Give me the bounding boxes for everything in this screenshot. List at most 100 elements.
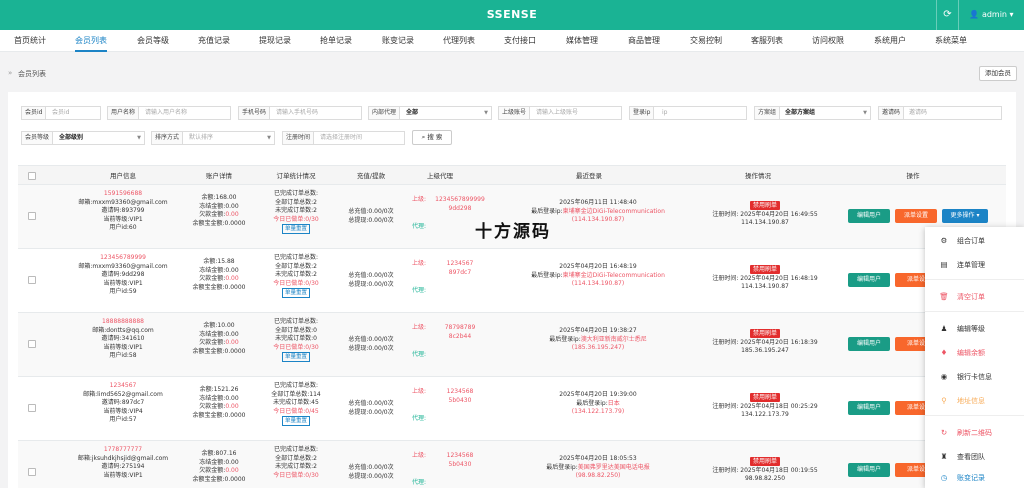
nav-item-agents[interactable]: 代理列表 xyxy=(443,30,475,52)
menu-item-address[interactable]: ⚲ 地址信息 xyxy=(925,391,1024,411)
superior-value: 78798789 8c2b44 xyxy=(444,324,476,340)
nav-item-account-changes[interactable]: 账变记录 xyxy=(382,30,414,52)
ip-filter[interactable]: 登录ip ip xyxy=(629,106,747,120)
row-checkbox[interactable] xyxy=(28,468,36,476)
username-input[interactable]: 请输入用户名称 xyxy=(145,107,187,119)
last-login-location: 美国弗罗里达美国电话电报 xyxy=(577,463,650,471)
register-ip: 114.134.190.87 xyxy=(741,283,789,291)
select-all-checkbox[interactable] xyxy=(28,172,36,180)
row-checkbox[interactable] xyxy=(28,276,36,284)
ban-order-badge[interactable]: 禁用刷单 xyxy=(749,201,780,210)
dispatch-setting-button[interactable]: 派单设置 xyxy=(895,209,937,223)
edit-user-button[interactable]: 编辑用户 xyxy=(848,337,890,351)
account-yeb: 余额宝金额:0.0000 xyxy=(192,283,246,291)
edit-user-button[interactable]: 编辑用户 xyxy=(848,401,890,415)
superior-filter[interactable]: 上级账号 请输入上级账号 xyxy=(498,106,622,120)
search-icon: ⌕ xyxy=(421,133,426,141)
ban-order-badge[interactable]: 禁用刷单 xyxy=(749,393,780,402)
agent-filter[interactable]: 内部代理 全部 ▼ xyxy=(368,106,492,120)
nav-item-grab-orders[interactable]: 抢单记录 xyxy=(320,30,352,52)
phone-filter[interactable]: 手机号码 请输入手机号码 xyxy=(238,106,362,120)
refresh-icon[interactable]: ⟳ xyxy=(936,0,958,30)
nav-item-home-stats[interactable]: 首页统计 xyxy=(14,30,46,52)
menu-item-view-team[interactable]: ♜ 查看团队 xyxy=(925,447,1024,467)
account-owed-label: 欠款金额: xyxy=(199,275,226,283)
regtime-input[interactable]: 请选择注册时间 xyxy=(320,132,362,144)
superior-label: 上级账号 xyxy=(499,107,531,119)
nav-item-recharge[interactable]: 充值记录 xyxy=(198,30,230,52)
regtime-filter[interactable]: 注册时间 请选择注册时间 xyxy=(282,131,405,145)
scheme-filter[interactable]: 方案组 全部方案组 ▼ xyxy=(754,106,871,120)
register-time: 注册时间: 2025年04月18日 00:19:55 xyxy=(712,466,818,474)
nav-item-member-list[interactable]: 会员列表 xyxy=(75,30,107,52)
orders-total: 全部订单总数:2 xyxy=(275,454,317,462)
row-checkbox[interactable] xyxy=(28,212,36,220)
search-button[interactable]: ⌕ 搜 索 xyxy=(412,130,452,145)
userid-filter[interactable]: 会员id 会员id xyxy=(21,106,101,120)
scheme-select[interactable]: 全部方案组 xyxy=(785,107,815,119)
nav-item-withdraw[interactable]: 提现记录 xyxy=(259,30,291,52)
nav-item-media[interactable]: 媒体管理 xyxy=(566,30,598,52)
menu-item-linked-orders[interactable]: ▤ 连单管理 xyxy=(925,255,1024,275)
username-filter[interactable]: 用户名称 请输入用户名称 xyxy=(107,106,231,120)
phone-input[interactable]: 请输入手机号码 xyxy=(276,107,318,119)
ban-order-badge[interactable]: 禁用刷单 xyxy=(749,265,780,274)
nav-item-access[interactable]: 访问权限 xyxy=(812,30,844,52)
agent-select[interactable]: 全部 xyxy=(406,107,418,119)
chevron-down-icon: ▼ xyxy=(137,135,141,141)
phone-label: 手机号码 xyxy=(239,107,271,119)
ban-order-badge[interactable]: 禁用刷单 xyxy=(749,457,780,466)
reset-orders-button[interactable]: 单量重置 xyxy=(281,224,310,235)
app-title: SSENSE xyxy=(486,8,538,21)
menu-item-account-log[interactable]: ◷ 账变记录 xyxy=(925,468,1024,488)
edit-user-button[interactable]: 编辑用户 xyxy=(848,463,890,477)
orders-completed: 已完成订单总数: xyxy=(273,254,319,261)
edit-user-button[interactable]: 编辑用户 xyxy=(848,273,890,287)
nav-item-products[interactable]: 商品管理 xyxy=(628,30,660,52)
level-select[interactable]: 全部级别 xyxy=(59,132,83,144)
nav-item-system-menu[interactable]: 系统菜单 xyxy=(935,30,967,52)
row-checkbox[interactable] xyxy=(28,404,36,412)
superior-value: 1234567 897dc7 xyxy=(446,260,474,276)
row-checkbox[interactable] xyxy=(28,340,36,348)
userid-input[interactable]: 会员id xyxy=(52,107,69,119)
deposit-total: 总充值:0.00/0次 xyxy=(348,272,394,279)
level-filter[interactable]: 会员等级 全部级别 ▼ xyxy=(21,131,145,145)
orders-total: 全部订单总数:114 xyxy=(271,390,321,398)
user-menu[interactable]: 👤 admin ▾ xyxy=(958,0,1024,30)
reset-orders-button[interactable]: 单量重置 xyxy=(281,416,310,427)
invite-filter[interactable]: 邀请码 邀请码 xyxy=(878,106,1002,120)
account-owed: 欠款金额:0.00 xyxy=(183,211,255,220)
menu-item-label: 组合订单 xyxy=(957,237,985,245)
ip-input[interactable]: ip xyxy=(662,107,667,119)
th-operations: 操作 xyxy=(906,172,920,180)
sort-filter[interactable]: 排序方式 默认排序 ▼ xyxy=(151,131,275,145)
account-frozen: 冻结金额:0.00 xyxy=(199,202,239,210)
menu-item-bank-card[interactable]: ◉ 银行卡信息 xyxy=(925,367,1024,387)
menu-item-refresh-qrcode[interactable]: ↻ 刷新二维码 xyxy=(925,423,1024,443)
menu-item-combo-order[interactable]: ⚙ 组合订单 xyxy=(925,231,1024,251)
more-actions-button[interactable]: 更多操作 ▾ xyxy=(942,209,988,223)
nav-item-trade-control[interactable]: 交易控制 xyxy=(690,30,722,52)
superior-input[interactable]: 请输入上级账号 xyxy=(536,107,578,119)
menu-item-clear-orders[interactable]: 🗑 清空订单 xyxy=(925,287,1024,307)
reset-orders-button[interactable]: 单量重置 xyxy=(281,352,310,363)
menu-divider xyxy=(925,279,1024,280)
nav-item-system-users[interactable]: 系统用户 xyxy=(874,30,906,52)
nav-item-member-level[interactable]: 会员等级 xyxy=(137,30,169,52)
menu-item-edit-level[interactable]: ♟ 编辑等级 xyxy=(925,319,1024,339)
ban-order-badge[interactable]: 禁用刷单 xyxy=(749,329,780,338)
nav-item-customer-service[interactable]: 客服列表 xyxy=(751,30,783,52)
table-row: 123456789999 邮箱:mxxm93360@gmail.com 邀请码:… xyxy=(18,249,1006,313)
last-login-time: 2025年04月20日 19:38:27 xyxy=(559,327,637,334)
nav-item-payment[interactable]: 支付接口 xyxy=(504,30,536,52)
invite-input[interactable]: 邀请码 xyxy=(909,107,927,119)
menu-item-edit-balance[interactable]: ♦ 编辑余额 xyxy=(925,343,1024,363)
reset-orders-button[interactable]: 单量重置 xyxy=(281,288,310,299)
edit-user-button[interactable]: 编辑用户 xyxy=(848,209,890,223)
account-yeb: 余额宝金额:0.0000 xyxy=(192,347,246,355)
last-login-address: (134.122.173.79) xyxy=(571,408,625,416)
sort-select[interactable]: 默认排序 xyxy=(189,132,213,144)
add-member-button[interactable]: 添加会员 xyxy=(979,66,1017,81)
last-login-address: (98.98.82.250) xyxy=(575,472,621,480)
